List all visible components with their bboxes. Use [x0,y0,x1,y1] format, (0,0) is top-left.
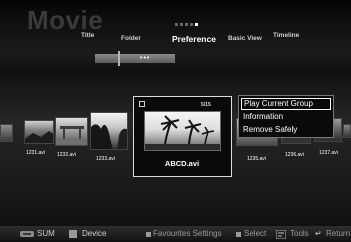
page-dot [180,23,183,26]
sum-icon [20,231,34,237]
thumbnail-image [91,124,127,149]
focused-item-name: ABCD.avi [164,159,200,168]
menu-item-remove-safely[interactable]: Remove Safely [241,124,331,136]
focused-item-thumbnail [144,111,221,151]
select-icon [236,232,241,237]
thumbnail-1232[interactable] [55,117,88,146]
menu-item-play-current-group[interactable]: Play Current Group [241,98,331,110]
thumbnail-image [25,131,53,143]
app-title: Movie [27,5,104,35]
thumbnail-label: 1232.avi [57,152,76,158]
thumbnail-1231[interactable] [24,120,54,144]
favourites-settings-button[interactable]: Favourites Settings [153,229,221,239]
tab-basic-view[interactable]: Basic View [228,35,262,43]
tab-timeline[interactable]: Timeline [273,32,299,40]
item-counter: 5/15 [201,102,211,108]
thumbnail-label: 1231.avi [26,150,45,156]
page-dot [175,23,178,26]
thumbnail-label: 1233.avi [96,156,115,162]
page-indicator [175,23,198,26]
tools-button[interactable]: Tools [290,229,309,239]
favourites-icon [146,232,151,237]
thumbnail-label: 1236.avi [285,152,304,158]
page-dot [190,23,193,26]
thumbnail-label: 1235.avi [247,156,266,162]
palm-trees-image [145,115,220,150]
tab-preference[interactable]: Preference [172,35,216,44]
bottom-bar: SUM Device Favourites Settings Select To… [0,226,351,242]
menu-item-information[interactable]: Information [241,111,331,123]
page-dot-current [195,23,198,26]
tab-title[interactable]: Title [81,32,94,40]
sort-bar-marker [118,51,120,66]
focused-item-card[interactable]: 5/15 ABCD.avi [133,96,232,177]
return-button[interactable]: Return [326,229,350,239]
page-dot [185,23,188,26]
return-icon: ↵ [315,229,322,238]
thumbnail-edge-left[interactable] [0,124,13,142]
sum-button[interactable]: SUM [37,229,55,239]
select-button[interactable]: Select [244,229,266,239]
device-button[interactable]: Device [82,229,106,239]
tab-folder[interactable]: Folder [121,35,141,43]
media-play-screen: Movie Title Folder Preference Basic View… [0,0,351,242]
thumbnail-1233[interactable] [90,112,128,150]
tools-icon [276,230,286,239]
thumbnail-label: 1237.avi [319,150,338,156]
device-icon [69,230,77,238]
thumbnail-image [56,126,87,145]
sort-bar [95,54,175,63]
thumbnail-edge-right[interactable] [343,124,351,138]
sort-bar-dots: ••• [140,55,151,62]
tools-menu: Play Current Group Information Remove Sa… [238,95,334,138]
select-checkbox[interactable] [139,101,145,107]
